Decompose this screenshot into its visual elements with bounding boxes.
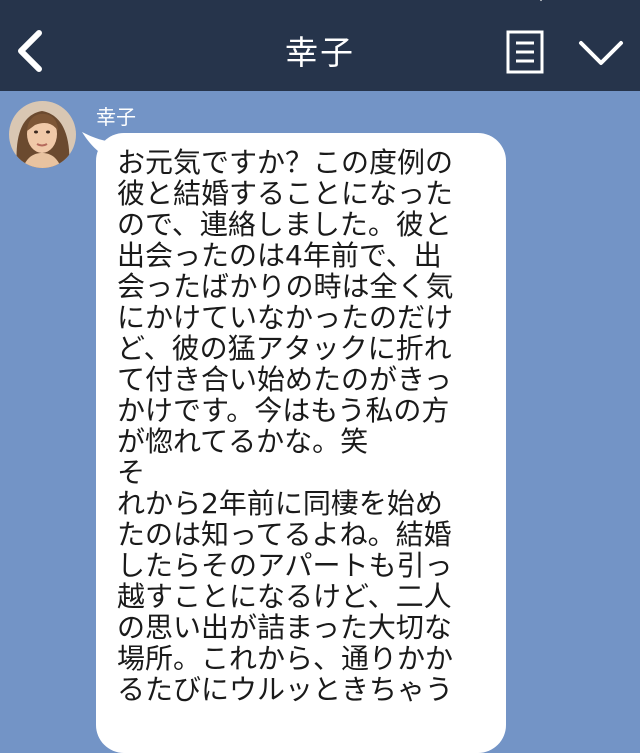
sender-name: 幸子 (96, 105, 136, 129)
status-bar-icon (540, 0, 542, 2)
avatar-photo-icon (9, 101, 76, 168)
chevron-down-icon[interactable] (578, 38, 624, 68)
avatar[interactable] (9, 101, 76, 168)
chat-header: 幸子 (0, 0, 640, 91)
message-text: お元気ですか？この度例の 彼と結婚することになった ので、連絡しました。彼と 出… (117, 146, 454, 706)
note-menu-icon[interactable] (506, 30, 544, 74)
chat-title: 幸子 (285, 33, 355, 72)
